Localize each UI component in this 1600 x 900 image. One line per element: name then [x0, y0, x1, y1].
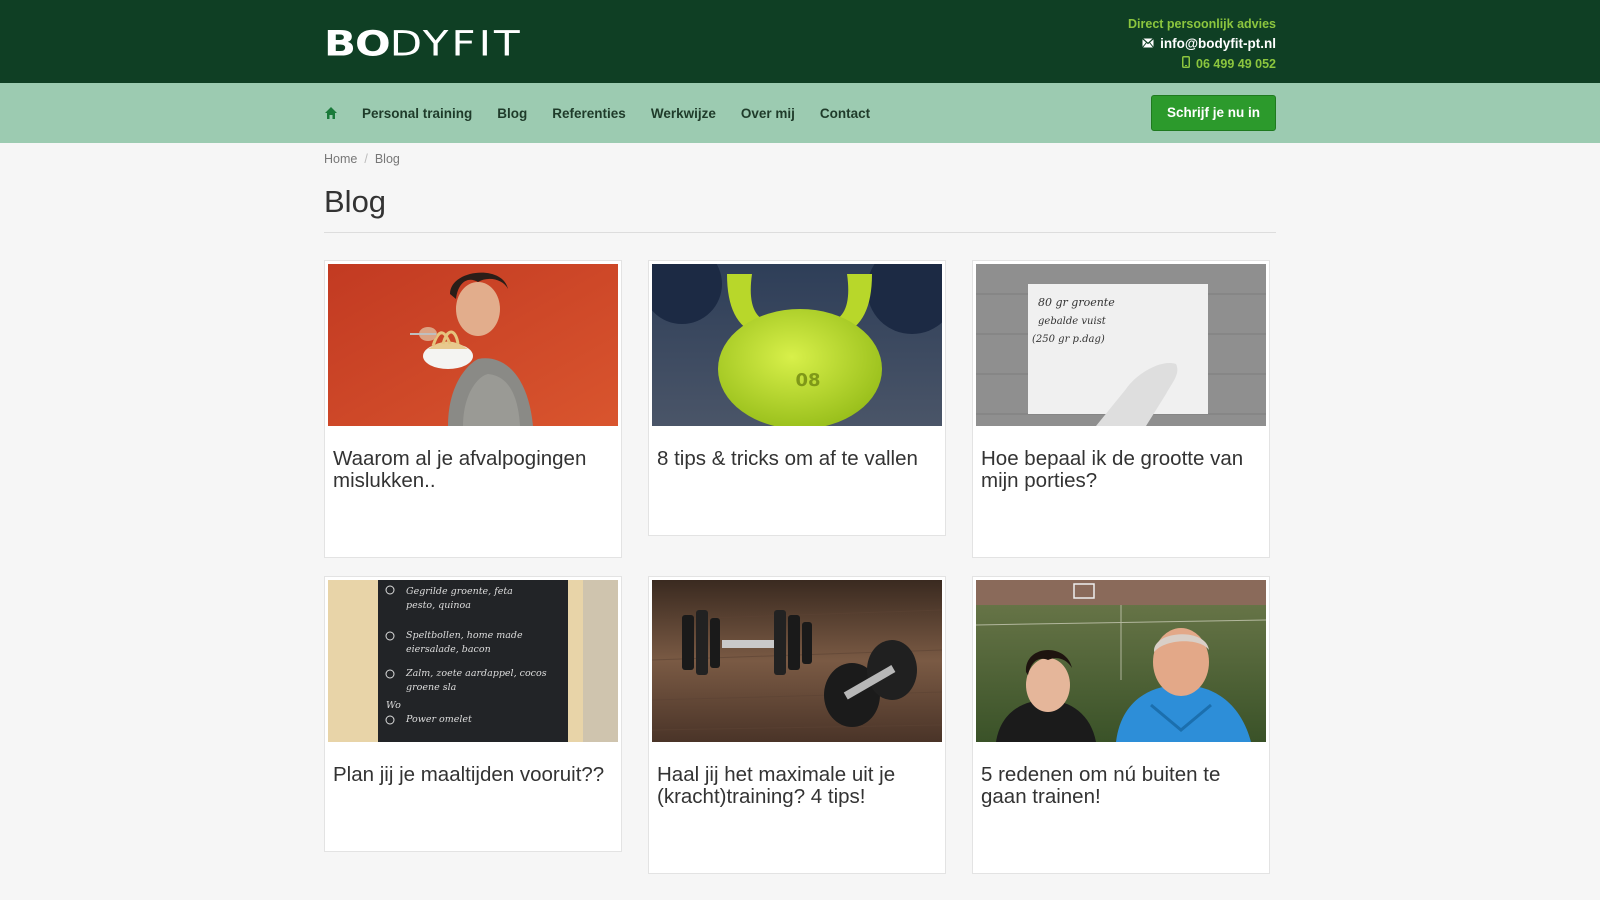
- note-line-3: (250 gr p.dag): [1032, 334, 1105, 345]
- home-icon[interactable]: [324, 106, 338, 120]
- nav-item-blog[interactable]: Blog: [497, 106, 527, 121]
- contact-phone-row[interactable]: 06 499 49 052: [1128, 54, 1276, 74]
- contact-email-row[interactable]: info@bodyfit-pt.nl: [1128, 34, 1276, 54]
- site-logo[interactable]: BO DYFIT: [324, 23, 523, 65]
- envelope-icon: [1142, 34, 1155, 54]
- post-title[interactable]: Haal jij het maximale uit je (kracht)tra…: [652, 742, 942, 808]
- top-header: BO DYFIT Direct persoonlijk advies info@…: [0, 0, 1600, 83]
- logo-light-text: DYFIT: [389, 23, 523, 64]
- post-image-chalkboard[interactable]: Gegrilde groente, feta pesto, quinoa Spe…: [328, 580, 618, 742]
- post-title[interactable]: Hoe bepaal ik de grootte van mijn portie…: [976, 426, 1266, 492]
- blog-card[interactable]: Haal jij het maximale uit je (kracht)tra…: [648, 576, 946, 874]
- post-image-note[interactable]: 80 gr groente gebalde vuist (250 gr p.da…: [976, 264, 1266, 426]
- page-title: Blog: [324, 184, 1276, 233]
- breadcrumb-current: Blog: [374, 152, 400, 166]
- nav-item-personal-training[interactable]: Personal training: [362, 106, 472, 121]
- blog-card[interactable]: 5 redenen om nú buiten te gaan trainen!: [972, 576, 1270, 874]
- breadcrumb-home[interactable]: Home: [324, 152, 357, 166]
- post-image-kettlebell[interactable]: 08: [652, 264, 942, 426]
- chalk-line-4: eiersalade, bacon: [406, 644, 491, 655]
- breadcrumb: Home / Blog: [324, 143, 1276, 170]
- post-title[interactable]: 8 tips & tricks om af te vallen: [652, 426, 942, 470]
- post-title[interactable]: Waarom al je afvalpogingen mislukken..: [328, 426, 618, 492]
- note-line-1: 80 gr groente: [1038, 296, 1115, 309]
- chalk-line-6: groene sla: [406, 682, 457, 693]
- blog-grid: Waarom al je afvalpogingen mislukken.. 0…: [324, 260, 1276, 892]
- phone-icon: [1182, 54, 1191, 74]
- note-line-2: gebalde vuist: [1038, 316, 1107, 327]
- nav-item-referenties[interactable]: Referenties: [552, 106, 626, 121]
- nav-list: Personal training Blog Referenties Werkw…: [362, 106, 895, 121]
- chalk-line-1: Gegrilde groente, feta: [406, 586, 513, 597]
- signup-button[interactable]: Schrijf je nu in: [1150, 95, 1276, 131]
- blog-card[interactable]: 80 gr groente gebalde vuist (250 gr p.da…: [972, 260, 1270, 558]
- blog-card[interactable]: Gegrilde groente, feta pesto, quinoa Spe…: [324, 576, 622, 852]
- post-image-selfie[interactable]: [976, 580, 1266, 742]
- blog-card[interactable]: 08 8 tips & tricks om af te vallen: [648, 260, 946, 536]
- main-nav: Personal training Blog Referenties Werkw…: [0, 83, 1600, 143]
- contact-info: Direct persoonlijk advies info@bodyfit-p…: [1128, 14, 1276, 74]
- chalk-line-8: Power omelet: [405, 714, 472, 725]
- chalk-line-7: Wo: [386, 700, 401, 711]
- nav-item-contact[interactable]: Contact: [820, 106, 870, 121]
- breadcrumb-separator: /: [364, 152, 368, 166]
- post-title[interactable]: Plan jij je maaltijden vooruit??: [328, 742, 618, 786]
- nav-item-werkwijze[interactable]: Werkwijze: [651, 106, 716, 121]
- blog-card[interactable]: Waarom al je afvalpogingen mislukken..: [324, 260, 622, 558]
- chalk-line-2: pesto, quinoa: [406, 600, 471, 611]
- post-title[interactable]: 5 redenen om nú buiten te gaan trainen!: [976, 742, 1266, 808]
- chalk-line-5: Zalm, zoete aardappel, cocos: [405, 668, 547, 679]
- chalk-line-3: Speltbollen, home made: [406, 630, 523, 641]
- main-content: Home / Blog Blog Waarom al je afvalpogin…: [324, 143, 1276, 892]
- post-image-dumbbells[interactable]: [652, 580, 942, 742]
- contact-email-link[interactable]: info@bodyfit-pt.nl: [1160, 36, 1276, 51]
- kettlebell-number: 08: [795, 370, 820, 391]
- contact-tagline: Direct persoonlijk advies: [1128, 17, 1276, 31]
- contact-phone-number[interactable]: 06 499 49 052: [1196, 57, 1276, 71]
- post-image-spaghetti[interactable]: [328, 264, 618, 426]
- nav-item-over-mij[interactable]: Over mij: [741, 106, 795, 121]
- logo-bold-text: BO: [324, 23, 391, 64]
